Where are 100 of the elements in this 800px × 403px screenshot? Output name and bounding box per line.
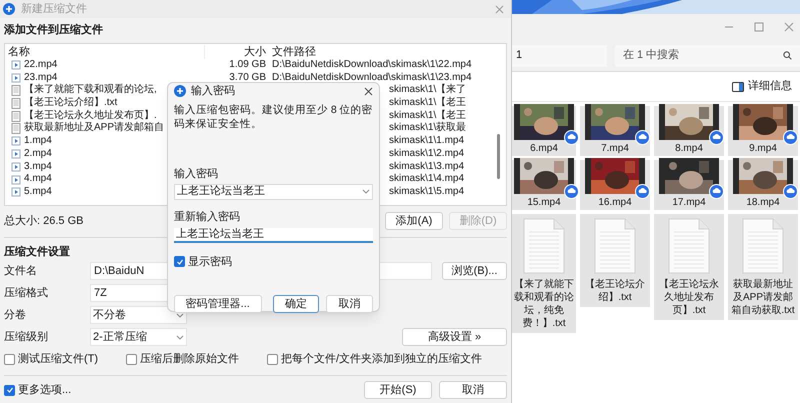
option-label: 测试压缩文件(T) (18, 352, 98, 367)
app-logo-icon (174, 85, 186, 98)
file-path: skimask\1\3.mp4 (389, 160, 464, 172)
file-name: 3.mp4 (24, 160, 52, 174)
sync-badge-icon (709, 184, 724, 199)
dialog-button[interactable]: 开始(S) (364, 381, 432, 399)
file-label: 16.mp4 (598, 196, 632, 209)
file-label: 7.mp4 (601, 142, 629, 155)
column-header[interactable]: 名称 (5, 45, 205, 59)
option-label: 更多选项... (18, 382, 72, 398)
document-icon (594, 218, 636, 274)
file-name: 1.mp4 (24, 135, 52, 148)
file-path: skimask\1\【来了 (389, 84, 466, 96)
maximize-icon[interactable] (754, 22, 764, 32)
dropdown[interactable]: 2-正常压缩 (90, 328, 187, 346)
chevron-down-icon (362, 189, 370, 194)
list-button[interactable]: 添加(A) (385, 212, 443, 230)
dialog-button[interactable]: 取消 (439, 381, 507, 399)
file-label: 8.mp4 (675, 142, 703, 155)
details-pane-icon (732, 82, 744, 92)
dialog-button[interactable]: 密码管理器... (174, 295, 262, 313)
video-file-icon (11, 187, 21, 198)
dialog-button[interactable]: 确定 (272, 295, 320, 313)
file-label: 15.mp4 (527, 196, 561, 209)
file-tile[interactable]: 16.mp4 (580, 160, 650, 210)
file-label: 9.mp4 (749, 142, 777, 155)
video-file-icon (11, 136, 21, 146)
file-tile[interactable]: 获取最新地址及APP请发邮箱自动获取.txt (728, 214, 798, 320)
checkbox[interactable] (126, 354, 138, 364)
file-name: 【老王论坛永久地址发布页】. (24, 110, 157, 122)
settings-button[interactable]: 浏览(B)... (442, 262, 507, 280)
sync-badge-icon (709, 130, 724, 145)
dialog-title: 输入密码 (191, 84, 236, 99)
file-tile[interactable]: 7.mp4 (580, 106, 650, 156)
sync-badge-icon (564, 130, 579, 145)
checkbox[interactable] (4, 384, 15, 396)
checkbox[interactable] (174, 256, 185, 268)
section-heading: 压缩文件设置 (4, 244, 71, 260)
file-path: skimask\1\【老王 (389, 97, 466, 108)
password-dropdown[interactable]: 上老王论坛当老王 (174, 184, 373, 200)
file-name: 【来了就能下载和观看的论坛, (24, 84, 157, 96)
password-field[interactable]: 上老王论坛当老王 (174, 228, 373, 242)
file-tile[interactable]: 8.mp4 (654, 106, 724, 156)
file-path: skimask\1\4.mp4 (389, 173, 464, 184)
file-label: 6.mp4 (530, 142, 558, 155)
file-path: D:\BaiduNetdiskDownload\skimask\1\22.mp4 (272, 59, 472, 70)
file-label: 【老王论坛永久地址发布页】.txt (658, 278, 720, 317)
file-label: 18.mp4 (746, 196, 780, 209)
dialog-button[interactable]: 取消 (326, 295, 374, 313)
field-label: 压缩格式 (4, 286, 49, 301)
field-label: 压缩级别 (4, 330, 49, 345)
option-label: 把每个文件/文件夹添加到独立的压缩文件 (281, 352, 482, 367)
video-file-icon (11, 60, 21, 70)
file-tile[interactable]: 9.mp4 (728, 106, 798, 156)
document-icon (523, 218, 565, 274)
file-name: 22.mp4 (24, 59, 58, 72)
file-name: 4.mp4 (24, 173, 52, 186)
checkbox[interactable] (4, 354, 15, 364)
file-name: 【老王论坛介绍】.txt (24, 97, 118, 110)
file-tile[interactable]: 【老王论坛永久地址发布页】.txt (654, 214, 724, 320)
file-path: skimask\1\【老王 (389, 110, 466, 121)
column-header[interactable]: 文件路径 (270, 45, 316, 59)
field-label: 输入密码 (174, 166, 219, 180)
file-label: 获取最新地址及APP请发邮箱自动获取.txt (730, 278, 796, 317)
file-size: 1.09 GB (229, 59, 266, 70)
dropdown[interactable]: 不分卷 (90, 306, 187, 324)
chevron-down-icon (176, 334, 184, 340)
close-icon[interactable] (364, 86, 373, 96)
text-file-icon (11, 110, 21, 122)
address-bar[interactable]: 1 (512, 44, 607, 66)
file-tile[interactable]: 15.mp4 (512, 160, 576, 210)
file-label: 【来了就能下载和观看的论坛，纯免费！】.txt (513, 278, 575, 330)
file-label: 17.mp4 (672, 196, 706, 209)
file-label: 【老王论坛介绍】.txt (584, 278, 646, 304)
sync-badge-icon (635, 184, 650, 199)
scrollbar-thumb[interactable] (497, 134, 500, 179)
window-title: 新建压缩文件 (21, 2, 87, 17)
details-button[interactable]: 详细信息 (732, 78, 792, 95)
column-header[interactable]: 大小 (205, 45, 270, 59)
file-tile[interactable]: 17.mp4 (654, 160, 724, 210)
section-heading: 添加文件到压缩文件 (4, 22, 104, 38)
checkbox[interactable] (267, 354, 278, 364)
option-label: 压缩后删除原始文件 (140, 352, 240, 367)
search-icon (783, 51, 792, 60)
sync-badge-icon (564, 184, 579, 199)
video-file-icon (11, 174, 21, 185)
file-tile[interactable]: 18.mp4 (728, 160, 798, 210)
file-path: skimask\1\获取最 (389, 122, 466, 134)
file-path: skimask\1\1.mp4 (389, 135, 464, 146)
file-tile[interactable]: 【老王论坛介绍】.txt (580, 214, 650, 307)
app-logo-icon (3, 3, 15, 15)
search-field[interactable]: 在 1 中搜索 (615, 44, 800, 66)
file-name: 5.mp4 (24, 186, 52, 199)
file-tile[interactable]: 6.mp4 (512, 106, 576, 156)
settings-button[interactable]: 高级设置 » (402, 328, 507, 346)
file-path: D:\BaiduNetdiskDownload\skimask\1\23.mp4 (272, 72, 472, 83)
text-file-icon (11, 98, 21, 109)
video-file-icon (11, 149, 21, 160)
sync-badge-icon (635, 130, 650, 145)
file-tile[interactable]: 【来了就能下载和观看的论坛，纯免费！】.txt (512, 214, 576, 333)
